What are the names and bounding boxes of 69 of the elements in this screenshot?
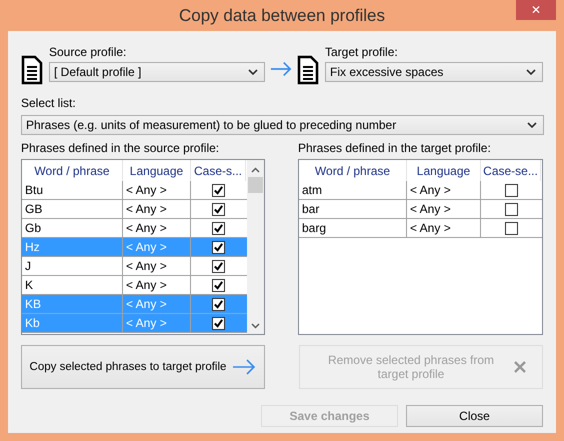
table-cell: J <box>22 257 123 275</box>
table-cell: Gb <box>22 219 123 237</box>
source-profile-label: Source profile: <box>49 45 128 59</box>
target-profile-label: Target profile: <box>325 45 399 59</box>
column-header[interactable]: Language <box>123 160 191 181</box>
column-header[interactable]: Language <box>407 160 481 181</box>
table-row[interactable]: J < Any > <box>22 257 247 276</box>
table-cell: Hz <box>22 238 123 256</box>
table-cell: GB <box>22 200 123 218</box>
table-cell: atm <box>299 181 407 199</box>
scroll-thumb[interactable] <box>248 177 263 193</box>
arrow-icon <box>270 61 292 77</box>
table-cell: < Any > <box>123 295 191 313</box>
checkbox[interactable] <box>504 202 518 216</box>
table-cell: < Any > <box>123 200 191 218</box>
checkbox[interactable] <box>212 222 225 234</box>
table-label: Phrases defined in the target profile: <box>298 141 492 155</box>
close-icon <box>514 361 526 373</box>
table-label: Phrases defined in the source profile: <box>21 141 220 155</box>
checkbox[interactable] <box>212 260 225 272</box>
table-cell: < Any > <box>123 257 191 275</box>
table-cell: < Any > <box>407 200 481 218</box>
table-cell: barg <box>299 219 407 237</box>
table-cell: K <box>22 276 123 294</box>
checkbox[interactable] <box>504 184 518 196</box>
table-cell: < Any > <box>123 276 191 294</box>
checkbox[interactable] <box>212 316 225 330</box>
table-cell: KB <box>22 295 123 313</box>
table-row[interactable]: GB < Any > <box>22 200 247 219</box>
table-cell: bar <box>299 200 407 218</box>
arrow-icon <box>232 359 256 375</box>
document-icon <box>297 55 319 85</box>
table-cell: < Any > <box>123 314 191 332</box>
document-icon <box>21 55 43 85</box>
checkbox[interactable] <box>504 222 518 234</box>
table-cell: Btu <box>22 181 123 199</box>
table-row[interactable]: atm < Any > <box>299 181 542 200</box>
table-row[interactable]: bar < Any > <box>299 200 542 219</box>
checkbox[interactable] <box>212 278 225 292</box>
select-list-label: Select list: <box>21 96 77 110</box>
table-row[interactable]: barg < Any > <box>299 219 542 238</box>
table-cell: Kb <box>22 314 123 332</box>
close-button[interactable]: ✕ <box>516 0 556 20</box>
column-header[interactable]: Case-s... <box>191 160 246 181</box>
scrollbar[interactable] <box>247 160 264 334</box>
table-cell: < Any > <box>407 219 481 237</box>
column-header[interactable]: Word / phrase <box>299 160 407 181</box>
caret-icon <box>527 122 537 128</box>
table-cell: < Any > <box>407 181 481 199</box>
checkbox[interactable] <box>212 202 225 216</box>
copy-button[interactable]: Copy selected phrases to target profile <box>21 345 265 389</box>
close-dialog-button[interactable]: Close <box>406 405 543 427</box>
checkbox[interactable] <box>212 298 225 310</box>
scroll-up-icon[interactable] <box>251 167 260 173</box>
table-cell: < Any > <box>123 219 191 237</box>
table-cell: < Any > <box>123 181 191 199</box>
caret-icon <box>526 69 536 75</box>
table-row[interactable]: Btu < Any > <box>22 181 247 200</box>
caret-icon <box>248 69 258 75</box>
column-header[interactable]: Word / phrase <box>22 160 123 181</box>
window-title: Copy data between profiles <box>178 6 386 26</box>
checkbox[interactable] <box>212 240 225 254</box>
table-cell: < Any > <box>123 238 191 256</box>
select-list-dropdown[interactable]: Phrases (e.g. units of measurement) to be glued to preceding number <box>21 115 544 135</box>
target-profile-dropdown[interactable]: Fix excessive spaces <box>325 62 543 82</box>
checkbox[interactable] <box>212 184 225 196</box>
source-profile-dropdown[interactable]: [ Default profile ] <box>49 62 265 82</box>
column-header[interactable]: Case-se... <box>481 160 541 181</box>
scroll-down-icon[interactable] <box>251 323 260 329</box>
